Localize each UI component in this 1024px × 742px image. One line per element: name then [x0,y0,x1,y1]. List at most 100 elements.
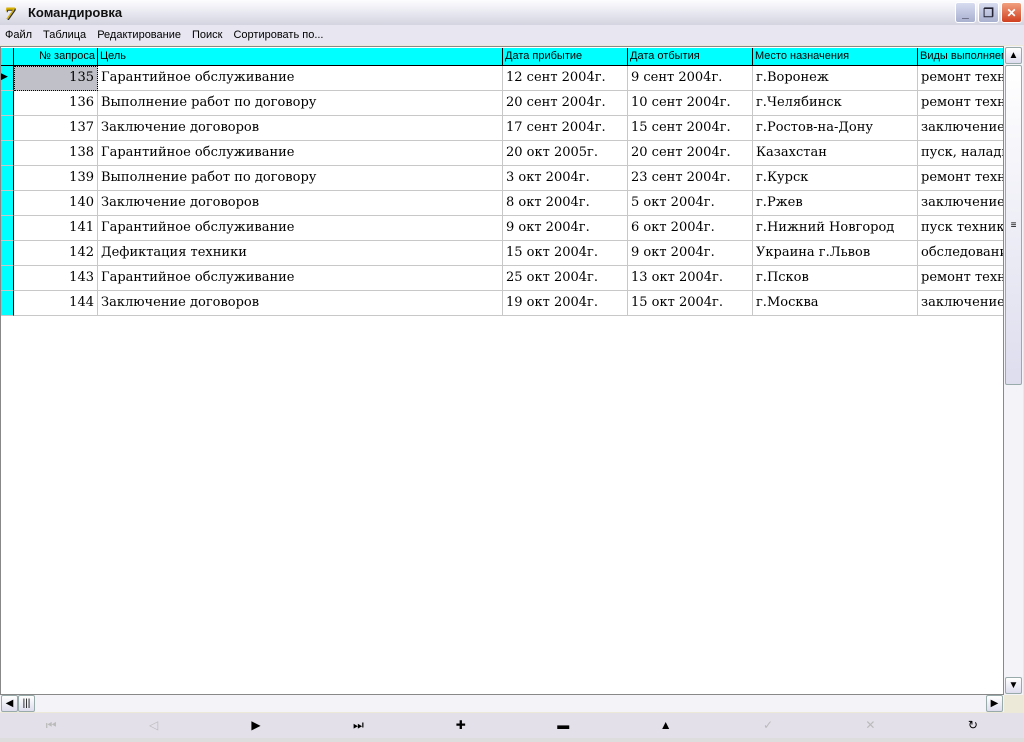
table-cell[interactable]: Гарантийное обслуживание [98,141,503,166]
column-header[interactable]: Дата прибытие [503,48,628,66]
column-header[interactable]: № запроса [14,48,98,66]
menu-item-4[interactable]: Сортировать по... [228,29,329,41]
table-row[interactable]: 137 Заключение договоров 17 сент 2004г. 15 … [1,116,1003,141]
table-cell[interactable]: Заключение договоров [98,191,503,216]
table-cell[interactable]: ремонт техн [918,91,1003,116]
table-cell[interactable]: Выполнение работ по договору [98,166,503,191]
minimize-button[interactable]: _ [955,2,976,23]
table-cell[interactable]: 15 сент 2004г. [628,116,753,141]
table-cell[interactable]: 3 окт 2004г. [503,166,628,191]
h-scroll-thumb[interactable]: ||| [18,695,35,712]
table-cell[interactable]: заключение [918,116,1003,141]
table-cell[interactable]: 138 [14,141,98,166]
table-row[interactable]: 144 Заключение договоров 19 окт 2004г. 15 о… [1,291,1003,316]
nav-post-button[interactable]: ✓ [717,713,819,738]
table-cell[interactable]: г.Нижний Новгород [753,216,918,241]
table-row[interactable]: 143 Гарантийное обслуживание 25 окт 2004г.… [1,266,1003,291]
table-cell[interactable]: 140 [14,191,98,216]
table-cell[interactable]: г.Челябинск [753,91,918,116]
table-cell[interactable]: 12 сент 2004г. [503,66,628,91]
table-cell[interactable]: 17 сент 2004г. [503,116,628,141]
table-cell[interactable]: 144 [14,291,98,316]
row-indicator[interactable] [1,141,14,166]
nav-last-button[interactable]: ⏭ [307,713,409,738]
table-cell[interactable]: 142 [14,241,98,266]
table-cell[interactable]: Заключение договоров [98,291,503,316]
table-cell[interactable]: ремонт техн [918,266,1003,291]
table-cell[interactable]: 5 окт 2004г. [628,191,753,216]
horizontal-scrollbar[interactable]: ◀ ||| ▶ [0,695,1004,712]
table-row[interactable]: 138 Гарантийное обслуживание 20 окт 2005г.… [1,141,1003,166]
table-row[interactable]: 142 Дефиктация техники 15 окт 2004г. 9 окт … [1,241,1003,266]
table-cell[interactable]: г.Воронеж [753,66,918,91]
table-cell[interactable]: 15 окт 2004г. [628,291,753,316]
table-row[interactable]: ▶ 135 Гарантийное обслуживание 12 сент 2004… [1,66,1003,91]
table-cell[interactable]: г.Ростов-на-Дону [753,116,918,141]
table-cell[interactable]: 135 [14,66,98,91]
nav-next-button[interactable]: ▶ [205,713,307,738]
table-row[interactable]: 140 Заключение договоров 8 окт 2004г. 5 окт… [1,191,1003,216]
table-row[interactable]: 136 Выполнение работ по договору 20 сент 2… [1,91,1003,116]
table-cell[interactable]: 10 сент 2004г. [628,91,753,116]
table-cell[interactable]: 23 сент 2004г. [628,166,753,191]
table-cell[interactable]: 20 сент 2004г. [503,91,628,116]
nav-delete-button[interactable]: ▬ [512,713,614,738]
row-indicator[interactable]: ▶ [1,66,14,91]
row-indicator[interactable] [1,191,14,216]
table-cell[interactable]: 6 окт 2004г. [628,216,753,241]
table-cell[interactable]: 137 [14,116,98,141]
scroll-up-button[interactable]: ▲ [1005,47,1022,64]
table-cell[interactable]: 143 [14,266,98,291]
table-cell[interactable]: 20 окт 2005г. [503,141,628,166]
table-cell[interactable]: Гарантийное обслуживание [98,216,503,241]
table-cell[interactable]: пуск техник [918,216,1003,241]
row-indicator[interactable] [1,91,14,116]
table-cell[interactable]: 9 окт 2004г. [628,241,753,266]
menu-item-0[interactable]: Файл [0,29,38,41]
table-cell[interactable]: 9 сент 2004г. [628,66,753,91]
table-cell[interactable]: Дефиктация техники [98,241,503,266]
column-header[interactable]: Цель [98,48,503,66]
restore-button[interactable]: ❐ [978,2,999,23]
table-cell[interactable]: Гарантийное обслуживание [98,266,503,291]
nav-edit-button[interactable]: ▲ [614,713,716,738]
table-cell[interactable]: 136 [14,91,98,116]
table-cell[interactable]: Выполнение работ по договору [98,91,503,116]
table-cell[interactable]: г.Псков [753,266,918,291]
close-button[interactable]: ✕ [1001,2,1022,23]
table-cell[interactable]: Украина г.Львов [753,241,918,266]
row-indicator[interactable] [1,241,14,266]
table-cell[interactable]: г.Москва [753,291,918,316]
row-indicator[interactable] [1,291,14,316]
nav-first-button[interactable]: ⏮ [0,713,102,738]
table-cell[interactable]: 15 окт 2004г. [503,241,628,266]
column-header[interactable]: Дата отбытия [628,48,753,66]
table-cell[interactable]: 9 окт 2004г. [503,216,628,241]
column-header[interactable]: Место назначения [753,48,918,66]
table-cell[interactable]: пуск, наладк [918,141,1003,166]
vertical-scrollbar[interactable]: ▲ ≡ ▼ [1004,46,1023,695]
scroll-left-button[interactable]: ◀ [1,695,18,712]
row-indicator[interactable] [1,216,14,241]
table-cell[interactable]: 8 окт 2004г. [503,191,628,216]
nav-insert-button[interactable]: ✚ [410,713,512,738]
table-cell[interactable]: 25 окт 2004г. [503,266,628,291]
column-header[interactable]: Виды выполняем [918,48,1003,66]
table-cell[interactable]: г.Курск [753,166,918,191]
row-indicator[interactable] [1,116,14,141]
row-indicator[interactable] [1,166,14,191]
nav-cancel-button[interactable]: ✕ [819,713,921,738]
table-row[interactable]: 139 Выполнение работ по договору 3 окт 200… [1,166,1003,191]
table-cell[interactable]: Заключение договоров [98,116,503,141]
menu-item-2[interactable]: Редактирование [92,29,187,41]
table-cell[interactable]: 20 сент 2004г. [628,141,753,166]
table-cell[interactable]: 19 окт 2004г. [503,291,628,316]
table-cell[interactable]: 139 [14,166,98,191]
table-cell[interactable]: заключение [918,191,1003,216]
table-cell[interactable]: 141 [14,216,98,241]
table-row[interactable]: 141 Гарантийное обслуживание 9 окт 2004г. 6… [1,216,1003,241]
table-cell[interactable]: ремонт техн [918,66,1003,91]
scroll-thumb[interactable]: ≡ [1005,65,1022,385]
row-indicator[interactable] [1,266,14,291]
scroll-down-button[interactable]: ▼ [1005,677,1022,694]
